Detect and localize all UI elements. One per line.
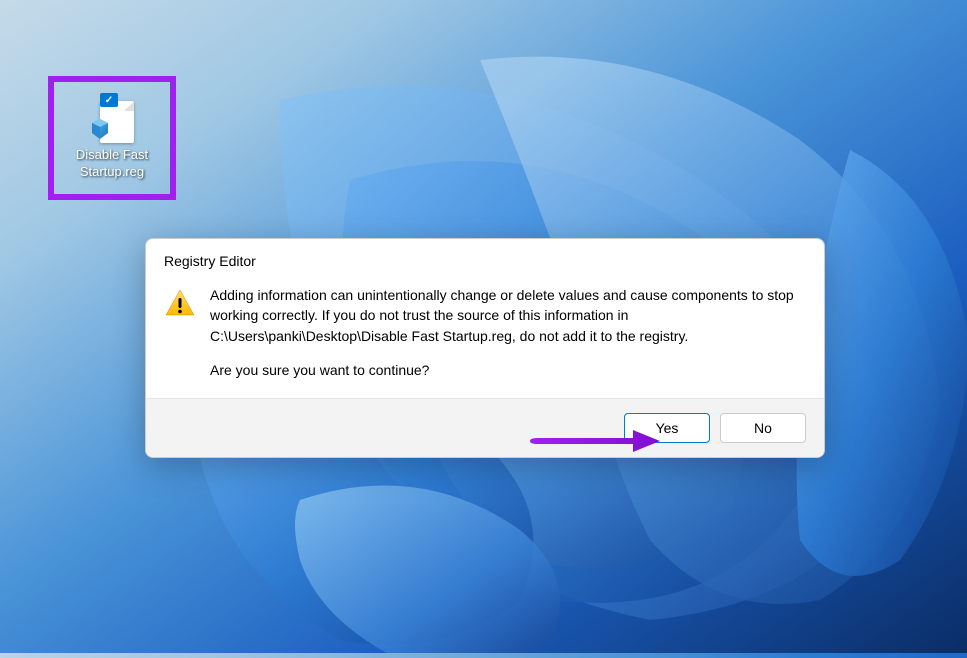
yes-button[interactable]: Yes [624,413,710,443]
dialog-message: Adding information can unintentionally c… [210,285,806,346]
dialog-button-row: Yes No [146,398,824,457]
dialog-prompt: Are you sure you want to continue? [210,360,806,380]
desktop-icon-label: Disable Fast Startup.reg [62,147,162,181]
desktop-file-icon[interactable]: Disable Fast Startup.reg [56,84,168,192]
no-button[interactable]: No [720,413,806,443]
reg-file-icon [88,95,136,143]
registry-editor-dialog: Registry Editor Adding information can u… [145,238,825,458]
warning-icon [164,287,196,319]
dialog-title: Registry Editor [146,239,824,277]
dialog-message-area: Adding information can unintentionally c… [210,285,806,380]
